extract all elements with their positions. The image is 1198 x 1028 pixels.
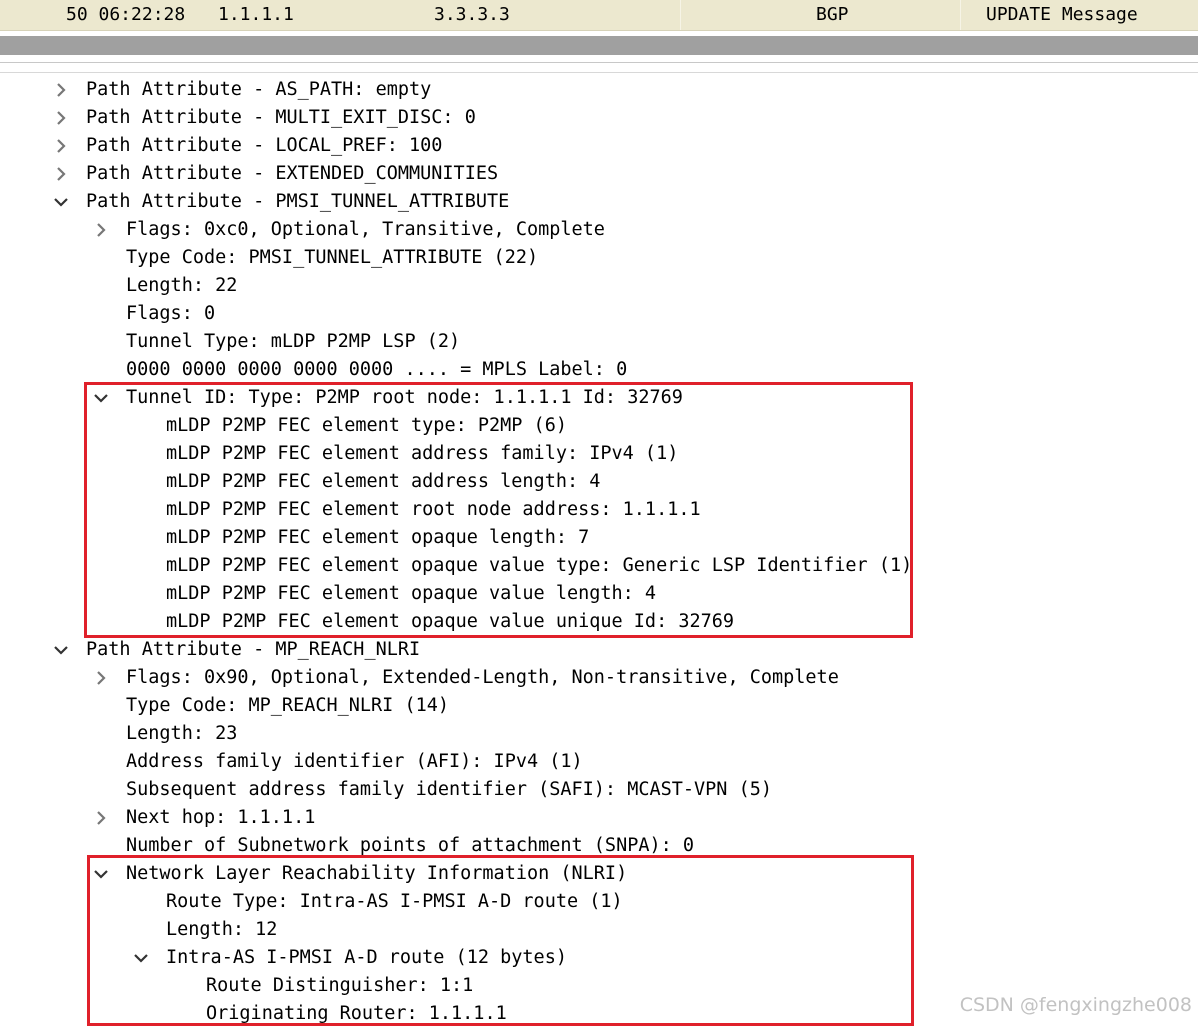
chevron-down-icon[interactable]: [50, 188, 72, 216]
column-separator: [680, 0, 681, 30]
tree-item-label: Flags: 0x90, Optional, Extended-Length, …: [126, 667, 839, 688]
tree-item-label: Tunnel Type: mLDP P2MP LSP (2): [126, 331, 461, 352]
chevron-right-icon[interactable]: [50, 76, 72, 104]
tree-item-label: Path Attribute - MP_REACH_NLRI: [86, 639, 421, 660]
packet-list-row-selected[interactable]: 50 06:22:28 1.1.1.1 3.3.3.3 BGP UPDATE M…: [0, 0, 1198, 31]
watermark: CSDN @fengxingzhe008: [959, 994, 1192, 1016]
tree-item-label: 0000 0000 0000 0000 0000 .... = MPLS Lab…: [126, 359, 628, 380]
tree-item[interactable]: Path Attribute - PMSI_TUNNEL_ATTRIBUTE: [0, 188, 1198, 216]
tree-item[interactable]: Path Attribute - AS_PATH: empty: [0, 76, 1198, 104]
tree-item-label: Path Attribute - EXTENDED_COMMUNITIES: [86, 163, 499, 184]
chevron-right-icon[interactable]: [90, 664, 112, 692]
tree-item-label: Path Attribute - MULTI_EXIT_DISC: 0: [86, 107, 476, 128]
tree-item[interactable]: Type Code: PMSI_TUNNEL_ATTRIBUTE (22): [0, 244, 1198, 272]
tree-item[interactable]: Path Attribute - MULTI_EXIT_DISC: 0: [0, 104, 1198, 132]
packet-source: 1.1.1.1: [218, 4, 294, 25]
tree-item[interactable]: Address family identifier (AFI): IPv4 (1…: [0, 748, 1198, 776]
tree-item-label: Flags: 0xc0, Optional, Transitive, Compl…: [126, 219, 605, 240]
pane-splitter[interactable]: [0, 36, 1198, 55]
chevron-down-icon[interactable]: [50, 636, 72, 664]
tree-item-label: Flags: 0: [126, 303, 216, 324]
tree-item[interactable]: Flags: 0x90, Optional, Extended-Length, …: [0, 664, 1198, 692]
tree-item[interactable]: Path Attribute - MP_REACH_NLRI: [0, 636, 1198, 664]
tree-item-label: Path Attribute - LOCAL_PREF: 100: [86, 135, 443, 156]
tree-item[interactable]: Path Attribute - LOCAL_PREF: 100: [0, 132, 1198, 160]
tree-item[interactable]: Length: 22: [0, 272, 1198, 300]
tree-item[interactable]: Subsequent address family identifier (SA…: [0, 776, 1198, 804]
tree-item-label: Path Attribute - PMSI_TUNNEL_ATTRIBUTE: [86, 191, 510, 212]
highlight-box-nlri: [87, 855, 914, 1026]
packet-info: UPDATE Message: [986, 4, 1138, 25]
chevron-right-icon[interactable]: [90, 804, 112, 832]
tree-item[interactable]: 0000 0000 0000 0000 0000 .... = MPLS Lab…: [0, 356, 1198, 384]
chevron-right-icon[interactable]: [50, 104, 72, 132]
tree-item[interactable]: Next hop: 1.1.1.1: [0, 804, 1198, 832]
highlight-box-tunnel-id: [84, 382, 913, 638]
packet-protocol: BGP: [816, 4, 849, 25]
tree-item-label: Length: 22: [126, 275, 238, 296]
tree-item[interactable]: Type Code: MP_REACH_NLRI (14): [0, 692, 1198, 720]
tree-item-label: Type Code: PMSI_TUNNEL_ATTRIBUTE (22): [126, 247, 539, 268]
tree-item[interactable]: Path Attribute - EXTENDED_COMMUNITIES: [0, 160, 1198, 188]
tree-item-label: Subsequent address family identifier (SA…: [126, 779, 773, 800]
packet-number-time: 50 06:22:28: [66, 4, 186, 25]
tree-item-label: Address family identifier (AFI): IPv4 (1…: [126, 751, 583, 772]
tree-item[interactable]: Tunnel Type: mLDP P2MP LSP (2): [0, 328, 1198, 356]
tree-item[interactable]: Flags: 0: [0, 300, 1198, 328]
chevron-right-icon[interactable]: [50, 160, 72, 188]
tree-item[interactable]: Length: 23: [0, 720, 1198, 748]
tree-item-label: Path Attribute - AS_PATH: empty: [86, 79, 432, 100]
chevron-right-icon[interactable]: [50, 132, 72, 160]
pane-divider: [0, 62, 1198, 63]
tree-item[interactable]: Flags: 0xc0, Optional, Transitive, Compl…: [0, 216, 1198, 244]
pane-divider: [0, 72, 1198, 73]
column-separator: [960, 0, 961, 30]
tree-item-label: Type Code: MP_REACH_NLRI (14): [126, 695, 450, 716]
chevron-right-icon[interactable]: [90, 216, 112, 244]
packet-destination: 3.3.3.3: [434, 4, 510, 25]
tree-item-label: Length: 23: [126, 723, 238, 744]
tree-item-label: Next hop: 1.1.1.1: [126, 807, 316, 828]
